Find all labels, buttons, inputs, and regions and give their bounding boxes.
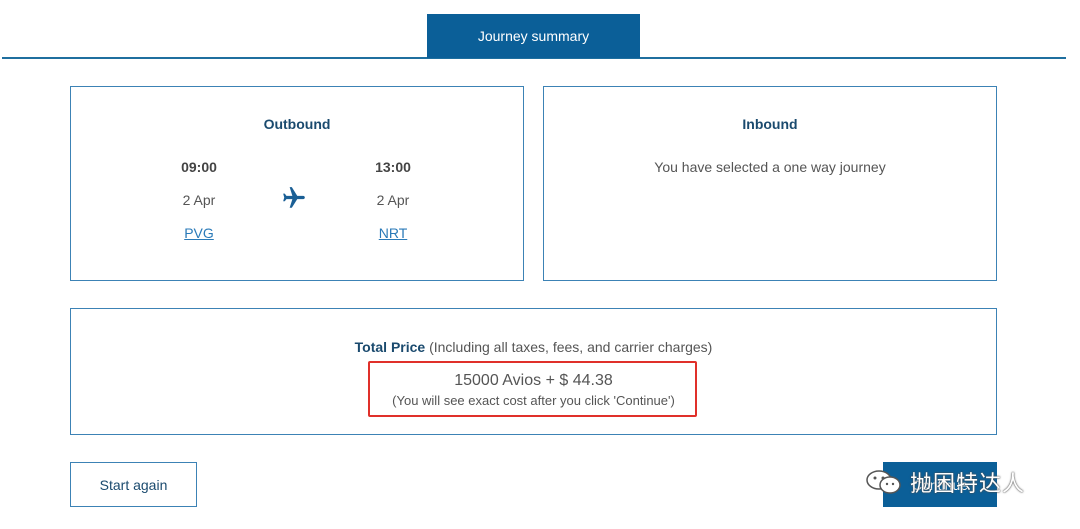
tab-bar: Journey summary (0, 0, 1080, 60)
price-note: (You will see exact cost after you click… (392, 393, 675, 408)
arrival-airport-link[interactable]: NRT (333, 225, 453, 245)
one-way-message: You have selected a one way journey (654, 159, 886, 175)
wechat-icon (866, 470, 901, 494)
arrival-column: 13:00 2 Apr NRT (333, 159, 453, 245)
watermark: 抛困特达人 (864, 462, 1025, 502)
outbound-title: Outbound (263, 116, 331, 132)
total-price-label: Total Price (354, 339, 426, 355)
departure-date: 2 Apr (182, 192, 216, 208)
tab-journey-summary[interactable]: Journey summary (427, 14, 640, 58)
departure-column: 09:00 2 Apr PVG (139, 159, 259, 245)
total-price-label-note: (Including all taxes, fees, and carrier … (425, 339, 713, 355)
start-again-button[interactable]: Start again (70, 462, 197, 507)
departure-airport-link[interactable]: PVG (139, 225, 259, 245)
plane-icon (283, 187, 305, 208)
inbound-title: Inbound (742, 116, 798, 132)
total-price-heading: Total Price (Including all taxes, fees, … (71, 339, 996, 355)
watermark-text: 抛困特达人 (910, 472, 1026, 497)
departure-time: 09:00 (181, 159, 217, 175)
price-amount: 15000 Avios + $ 44.38 (454, 372, 613, 389)
arrival-date: 2 Apr (376, 192, 410, 208)
arrival-time: 13:00 (375, 159, 411, 175)
outbound-panel: Outbound 09:00 2 Apr PVG 13:00 2 Apr NRT (70, 86, 524, 281)
inbound-panel: Inbound You have selected a one way jour… (543, 86, 997, 281)
total-price-panel: Total Price (Including all taxes, fees, … (70, 308, 997, 435)
